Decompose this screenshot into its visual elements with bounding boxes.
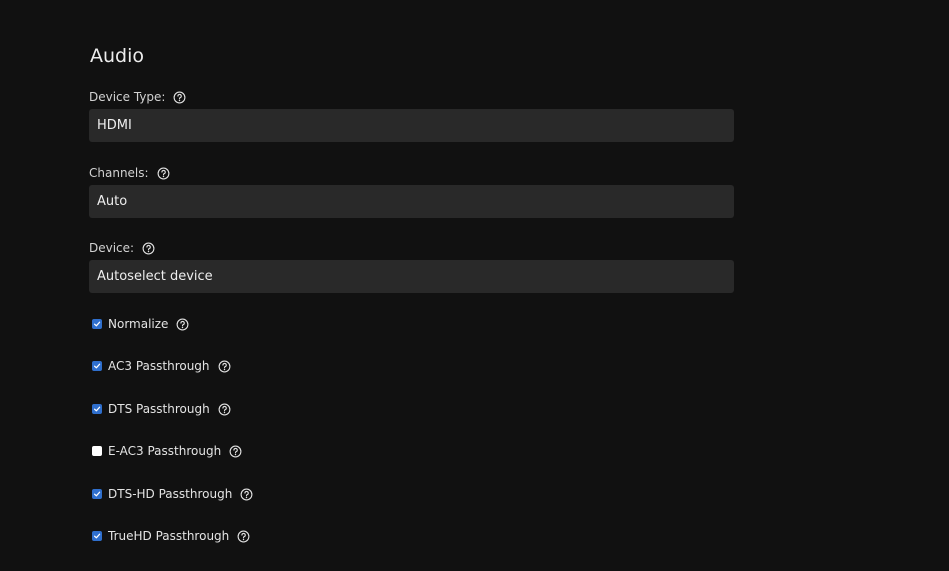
help-icon[interactable]	[237, 530, 250, 543]
dtshd-passthrough-checkbox[interactable]	[92, 489, 102, 499]
help-icon[interactable]	[218, 360, 231, 373]
device-label-text: Device:	[89, 241, 135, 255]
eac3-passthrough-option: E-AC3 Passthrough	[92, 443, 242, 459]
checkmark-icon	[93, 321, 101, 327]
dts-passthrough-label: DTS Passthrough	[108, 402, 210, 416]
checkmark-icon	[93, 406, 101, 412]
checkmark-icon	[93, 363, 101, 369]
dtshd-passthrough-option: DTS-HD Passthrough	[92, 486, 253, 502]
audio-settings-page: Audio Device Type: HDMI Channels: Auto D…	[0, 0, 949, 571]
help-icon[interactable]	[240, 488, 253, 501]
normalize-checkbox[interactable]	[92, 319, 102, 329]
channels-label: Channels:	[89, 165, 170, 181]
ac3-passthrough-label: AC3 Passthrough	[108, 359, 210, 373]
help-icon[interactable]	[173, 91, 186, 104]
dts-passthrough-option: DTS Passthrough	[92, 401, 231, 417]
normalize-option: Normalize	[92, 316, 189, 332]
section-title: Audio	[90, 45, 145, 67]
truehd-passthrough-label: TrueHD Passthrough	[108, 529, 230, 543]
channels-label-text: Channels:	[89, 166, 149, 180]
dtshd-passthrough-label: DTS-HD Passthrough	[108, 487, 233, 501]
device-label: Device:	[89, 240, 155, 256]
checkmark-icon	[93, 491, 101, 497]
device-select[interactable]: Autoselect device	[89, 260, 734, 293]
channels-select[interactable]: Auto	[89, 185, 734, 218]
help-icon[interactable]	[229, 445, 242, 458]
eac3-passthrough-checkbox[interactable]	[92, 446, 102, 456]
device-type-value: HDMI	[97, 118, 132, 133]
help-icon[interactable]	[142, 242, 155, 255]
device-type-label-text: Device Type:	[89, 90, 166, 104]
channels-value: Auto	[97, 194, 128, 209]
normalize-label: Normalize	[108, 317, 169, 331]
ac3-passthrough-option: AC3 Passthrough	[92, 358, 231, 374]
device-type-select[interactable]: HDMI	[89, 109, 734, 142]
eac3-passthrough-label: E-AC3 Passthrough	[108, 444, 222, 458]
help-icon[interactable]	[176, 318, 189, 331]
checkmark-icon	[93, 533, 101, 539]
device-type-label: Device Type:	[89, 89, 186, 105]
ac3-passthrough-checkbox[interactable]	[92, 361, 102, 371]
device-value: Autoselect device	[97, 269, 213, 284]
dts-passthrough-checkbox[interactable]	[92, 404, 102, 414]
truehd-passthrough-option: TrueHD Passthrough	[92, 528, 250, 544]
help-icon[interactable]	[218, 403, 231, 416]
truehd-passthrough-checkbox[interactable]	[92, 531, 102, 541]
help-icon[interactable]	[157, 167, 170, 180]
